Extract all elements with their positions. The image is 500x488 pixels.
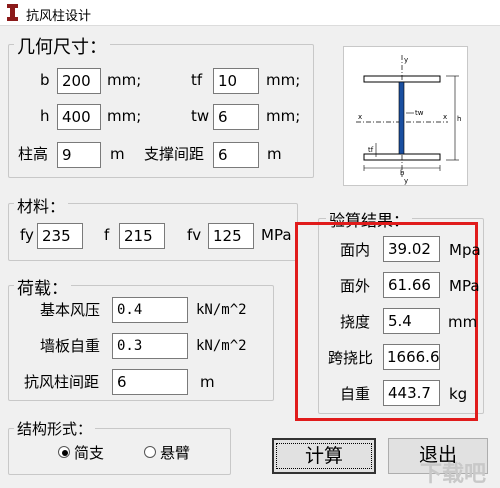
radio-simple-support-label[interactable]: 简支: [74, 442, 104, 464]
wall-weight-input[interactable]: 0.3: [112, 333, 188, 359]
fy-input[interactable]: 235: [37, 223, 83, 249]
out-plane-output: 61.66: [383, 272, 440, 298]
brace-spacing-label: 支撑间距: [144, 145, 205, 163]
b-label: b: [40, 71, 50, 89]
diagram-x-left: x: [358, 113, 362, 121]
tf-input[interactable]: 10: [213, 68, 259, 94]
f-input[interactable]: 215: [119, 223, 165, 249]
structure-legend: 结构形式：: [14, 418, 96, 439]
h-input[interactable]: 400: [57, 104, 101, 130]
col-height-unit: m: [110, 145, 125, 163]
wind-pressure-unit: kN/m^2: [196, 302, 247, 318]
b-input[interactable]: 200: [57, 68, 101, 94]
diagram-b: b: [400, 169, 405, 177]
in-plane-output: 39.02: [383, 236, 440, 262]
col-height-label: 柱高: [18, 145, 49, 163]
wall-weight-unit: kN/m^2: [196, 338, 247, 354]
in-plane-unit: Mpa: [449, 241, 481, 259]
fv-label: fv: [187, 226, 202, 244]
tf-label: tf: [191, 71, 203, 89]
self-weight-unit: kg: [449, 385, 468, 403]
radio-cantilever[interactable]: [144, 446, 156, 458]
col-spacing-unit: m: [200, 373, 215, 391]
col-spacing-label: 抗风柱间距: [24, 373, 100, 391]
wind-pressure-input[interactable]: 0.4: [112, 297, 188, 323]
diagram-y-bottom: y: [404, 177, 408, 185]
b-unit: mm;: [107, 71, 142, 89]
h-label: h: [40, 107, 50, 125]
radio-simple-support[interactable]: [58, 446, 70, 458]
title-bar: 抗风柱设计: [0, 0, 500, 26]
geometry-legend: 几何尺寸：: [14, 33, 110, 59]
in-plane-label: 面内: [340, 241, 371, 259]
tw-input[interactable]: 6: [213, 104, 259, 130]
out-plane-unit: MPa: [449, 277, 480, 295]
span-ratio-output: 1666.6: [383, 344, 440, 370]
loads-legend: 荷载：: [14, 274, 71, 299]
diagram-tf: tf: [368, 146, 374, 154]
deflection-unit: mm: [448, 313, 478, 331]
f-label: f: [104, 226, 110, 244]
self-weight-label: 自重: [340, 385, 371, 403]
brace-spacing-unit: m: [267, 145, 282, 163]
calculate-button-label: 计算: [275, 443, 372, 469]
span-ratio-label: 跨挠比: [328, 349, 374, 367]
diagram-y-top: y: [404, 56, 408, 64]
radio-cantilever-label[interactable]: 悬臂: [160, 442, 190, 464]
fy-label: fy: [20, 226, 34, 244]
col-height-input[interactable]: 9: [57, 142, 101, 168]
material-legend: 材料：: [14, 193, 69, 217]
col-spacing-input[interactable]: 6: [112, 369, 188, 395]
self-weight-output: 443.7: [383, 380, 440, 406]
diagram-h: h: [457, 115, 461, 123]
fv-unit: MPa: [261, 226, 292, 244]
watermark: 下载吧: [420, 462, 487, 487]
tw-label: tw: [191, 107, 210, 125]
fv-input[interactable]: 125: [208, 223, 254, 249]
tw-unit: mm;: [266, 107, 301, 125]
deflection-output: 5.4: [383, 308, 440, 334]
diagram-tw: tw: [415, 109, 424, 117]
h-unit: mm;: [107, 107, 142, 125]
tf-unit: mm;: [266, 71, 301, 89]
wind-pressure-label: 基本风压: [40, 301, 101, 319]
wall-weight-label: 墙板自重: [40, 337, 101, 355]
window-title: 抗风柱设计: [26, 9, 92, 24]
section-diagram: y y x x tw tf h b: [343, 46, 468, 186]
brace-spacing-input[interactable]: 6: [213, 142, 259, 168]
calculate-button[interactable]: 计算: [272, 438, 376, 474]
diagram-x-right: x: [443, 113, 447, 121]
deflection-label: 挠度: [340, 313, 371, 331]
out-plane-label: 面外: [340, 277, 371, 295]
app-icon: [7, 4, 18, 21]
